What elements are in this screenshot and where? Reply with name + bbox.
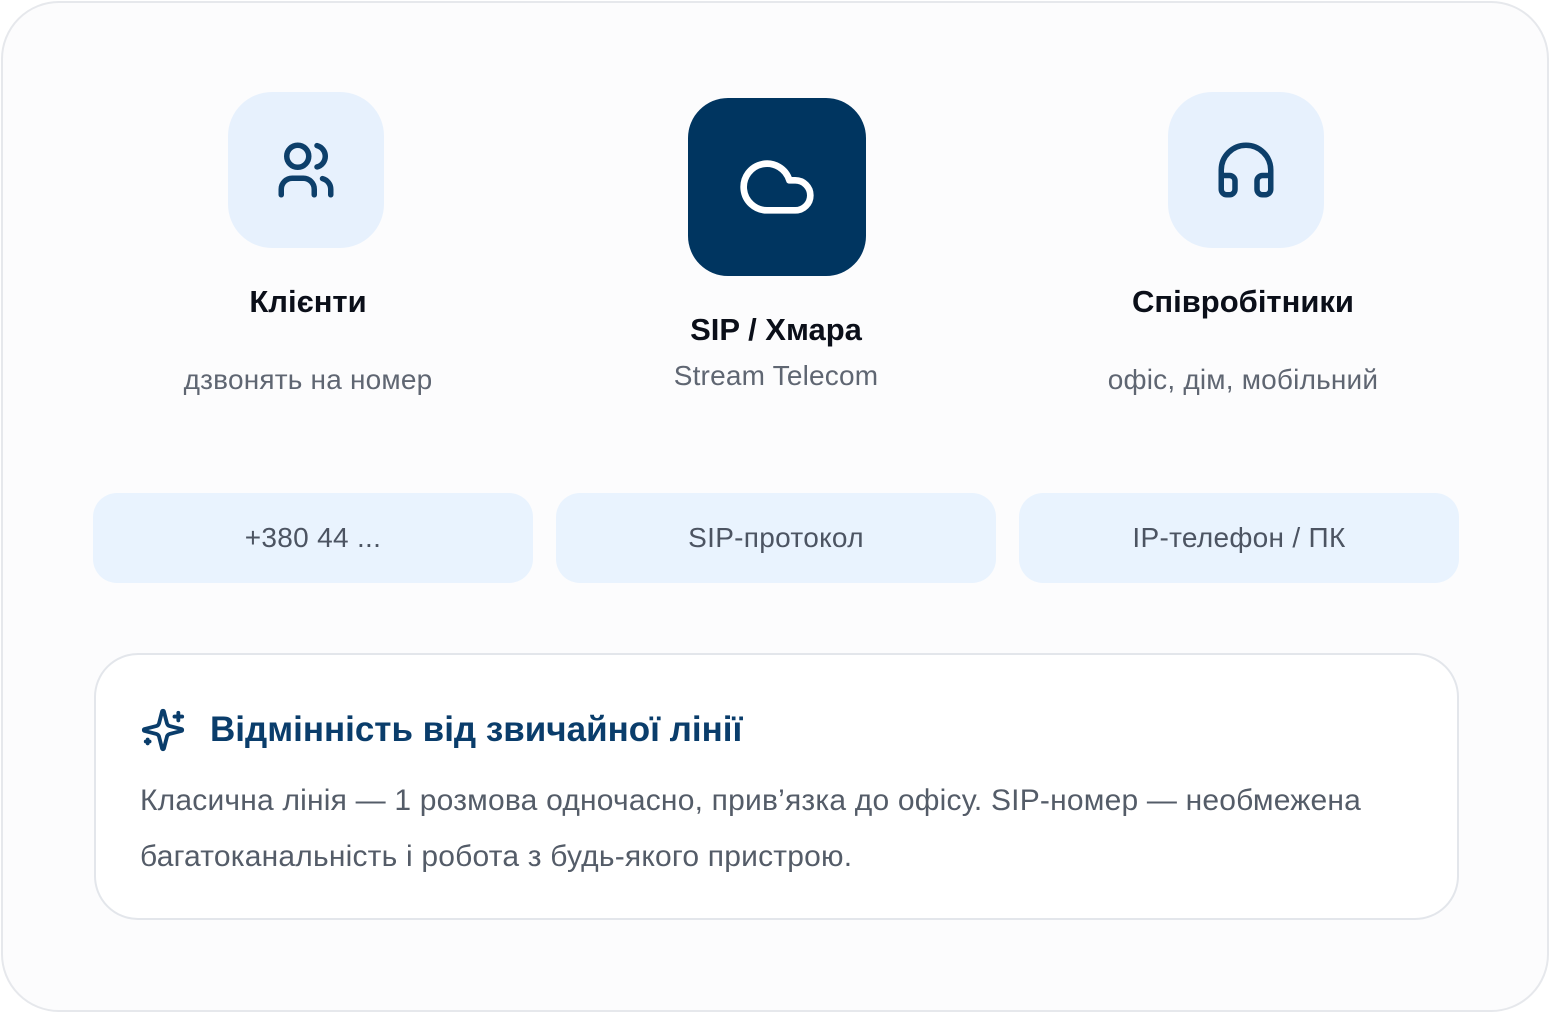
headphones-icon — [1218, 142, 1274, 198]
node-clients: Клієнти дзвонять на номер — [108, 92, 508, 412]
pill-number: +380 44 ... — [93, 493, 533, 583]
callout-title: Відмінність від звичайної лінії — [210, 710, 743, 749]
node-sip: SIP / Хмара Stream Telecom — [576, 98, 976, 398]
clients-tile — [228, 92, 384, 248]
pill-device: IP-телефон / ПК — [1019, 493, 1459, 583]
staff-subtitle: офіс, дім, мобільний — [1107, 364, 1379, 395]
cloud-icon — [740, 160, 814, 214]
staff-tile — [1168, 92, 1324, 248]
users-icon — [278, 142, 334, 198]
clients-title: Клієнти — [249, 284, 367, 319]
pill-protocol: SIP-протокол — [556, 493, 996, 583]
callout-header: Відмінність від звичайної лінії — [140, 707, 742, 753]
sip-tile — [688, 98, 866, 276]
sip-title: SIP / Хмара — [690, 312, 862, 347]
sparkles-icon — [141, 708, 185, 752]
node-staff: Співробітники офіс, дім, мобільний — [1043, 92, 1443, 412]
clients-subtitle: дзвонять на номер — [183, 364, 433, 395]
sip-subtitle: Stream Telecom — [673, 360, 879, 391]
callout-body: Класична лінія — 1 розмова одночасно, пр… — [140, 784, 1362, 873]
difference-callout: Відмінність від звичайної лінії Класична… — [94, 653, 1459, 920]
staff-title: Співробітники — [1132, 284, 1354, 319]
